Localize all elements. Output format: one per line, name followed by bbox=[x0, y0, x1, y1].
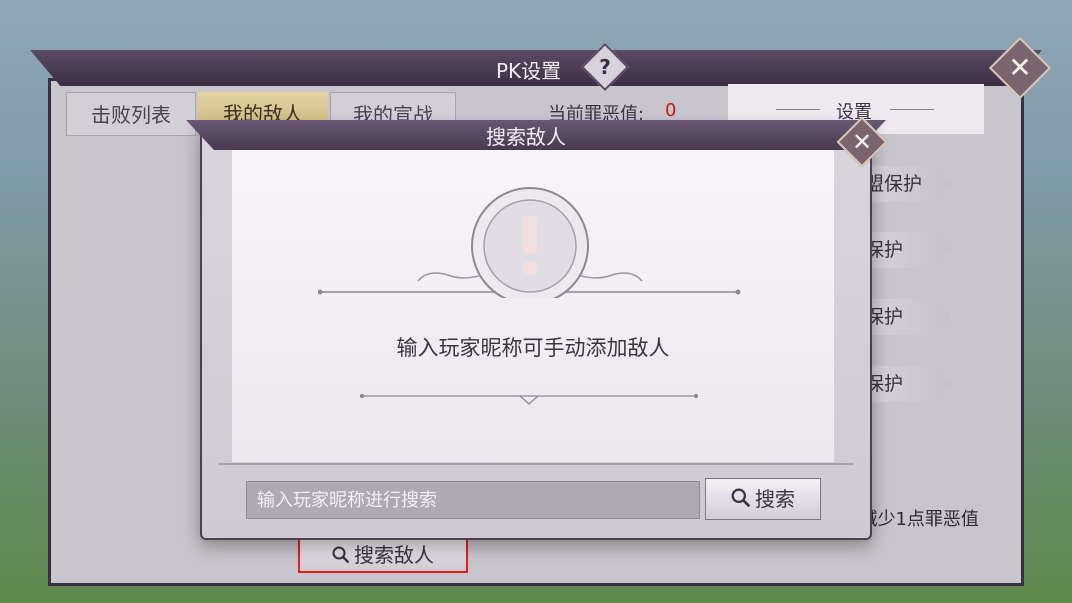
search-enemy-label: 搜索敌人 bbox=[354, 543, 434, 567]
player-search-input[interactable] bbox=[246, 481, 700, 519]
tab-defeat-list[interactable]: 击败列表 bbox=[66, 92, 196, 136]
pk-settings-title: PK设置 bbox=[496, 59, 562, 83]
player-search-button[interactable]: 搜索 bbox=[705, 478, 821, 520]
dialog-divider bbox=[218, 463, 854, 465]
search-enemy-button[interactable]: 搜索敌人 bbox=[298, 537, 468, 573]
search-icon bbox=[731, 481, 751, 521]
dialog-title: 搜索敌人 bbox=[486, 125, 566, 149]
close-icon-glyph: ✕ bbox=[1008, 51, 1032, 84]
sin-value: 0 bbox=[665, 100, 677, 121]
warning-icon bbox=[318, 187, 741, 298]
settings-header-deco-left bbox=[776, 109, 820, 110]
divider-ornament bbox=[360, 394, 698, 405]
player-search-button-label: 搜索 bbox=[755, 487, 795, 511]
help-icon-glyph: ? bbox=[599, 55, 611, 79]
dialog-close-glyph: ✕ bbox=[851, 128, 873, 156]
dialog-hint-text: 输入玩家昵称可手动添加敌人 bbox=[396, 336, 670, 360]
search-icon bbox=[332, 541, 350, 573]
settings-header-deco-right bbox=[890, 109, 934, 110]
